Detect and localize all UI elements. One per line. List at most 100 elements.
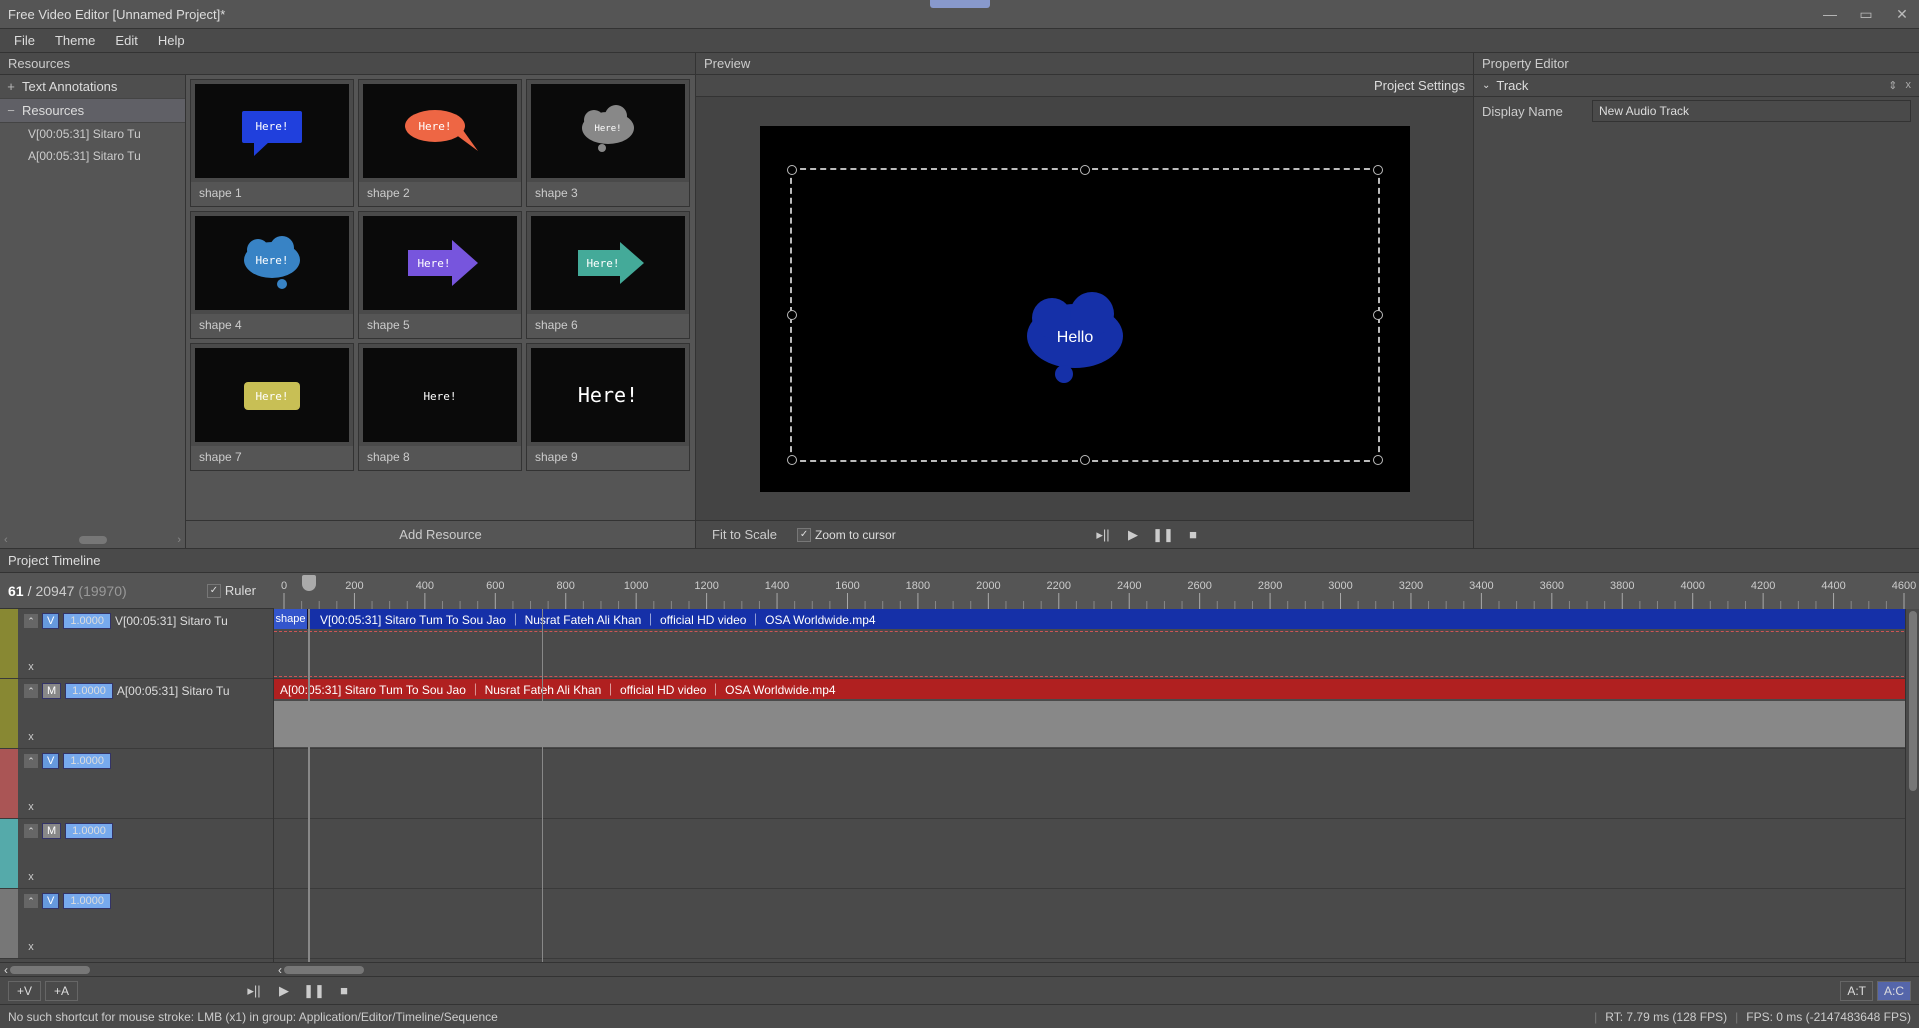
tree-child-audio[interactable]: A[00:05:31] Sitaro Tu <box>0 145 185 167</box>
tl-play-icon[interactable]: ▶ <box>272 981 296 1001</box>
main-panels: Resources + Text Annotations − Resources… <box>0 52 1919 548</box>
playhead-line[interactable] <box>308 609 310 962</box>
add-resource-button[interactable]: Add Resource <box>186 520 695 548</box>
track-opacity[interactable]: 1.0000 <box>63 753 111 769</box>
add-video-track-button[interactable]: +V <box>8 981 41 1001</box>
preview-panel: Preview Project Settings <box>696 53 1474 548</box>
shape-card-8[interactable]: Here! shape 8 <box>358 343 522 471</box>
timeline-ruler[interactable]: 0200400600800100012001400160018002000220… <box>274 573 1919 609</box>
handle-tc[interactable] <box>1080 165 1090 175</box>
preview-header: Preview <box>696 53 1473 75</box>
timeline-hscroll[interactable]: ‹ <box>274 962 1919 976</box>
handle-tl[interactable] <box>787 165 797 175</box>
close-icon[interactable]: ✕ <box>1893 5 1911 23</box>
track-delete-icon[interactable]: x <box>24 870 38 884</box>
track-collapse-icon[interactable]: ⌃ <box>24 754 38 768</box>
add-audio-track-button[interactable]: +A <box>45 981 78 1001</box>
shape-card-1[interactable]: Here! shape 1 <box>190 79 354 207</box>
track-head-4[interactable]: ⌃ V 1.0000 x <box>0 889 273 959</box>
pause-icon[interactable]: ❚❚ <box>1151 525 1175 545</box>
tree-resources-node[interactable]: − Resources <box>0 99 185 123</box>
track-head-hscroll[interactable]: ‹ <box>0 962 274 976</box>
tl-pause-icon[interactable]: ❚❚ <box>302 981 326 1001</box>
track-color-strip <box>0 679 18 748</box>
menu-edit[interactable]: Edit <box>105 30 147 51</box>
titlebar-grip[interactable] <box>930 0 990 8</box>
tree-child-video[interactable]: V[00:05:31] Sitaro Tu <box>0 123 185 145</box>
ruler-checkbox[interactable]: ✓ <box>207 584 221 598</box>
tree-text-annotations[interactable]: + Text Annotations <box>0 75 185 99</box>
handle-ml[interactable] <box>787 310 797 320</box>
track-head-2[interactable]: ⌃ V 1.0000 x <box>0 749 273 819</box>
clip-row-2[interactable] <box>274 749 1919 819</box>
minimize-icon[interactable]: — <box>1821 5 1839 23</box>
track-name: A[00:05:31] Sitaro Tu <box>117 684 230 698</box>
shape-card-4[interactable]: Here! shape 4 <box>190 211 354 339</box>
menu-theme[interactable]: Theme <box>45 30 105 51</box>
display-name-input[interactable] <box>1592 100 1911 122</box>
project-settings-link[interactable]: Project Settings <box>1374 78 1465 93</box>
step-back-icon[interactable]: ▸|| <box>1091 525 1115 545</box>
playhead-handle[interactable] <box>302 575 316 591</box>
track-head-1[interactable]: ⌃ M 1.0000 A[00:05:31] Sitaro Tu x <box>0 679 273 749</box>
stage-cloud-shape[interactable]: Hello <box>1010 286 1150 396</box>
mode-at-button[interactable]: A:T <box>1840 981 1873 1001</box>
svg-text:3200: 3200 <box>1399 580 1423 592</box>
audio-clip[interactable]: A[00:05:31] Sitaro Tum To Sou Jao ｜ Nusr… <box>274 679 1919 699</box>
shape-card-2[interactable]: Here! shape 2 <box>358 79 522 207</box>
clip-row-4[interactable] <box>274 889 1919 959</box>
shape-clip[interactable]: shape <box>274 609 308 629</box>
track-type-badge: M <box>42 683 61 699</box>
close-section-icon[interactable]: x <box>1906 79 1912 92</box>
timeline-vscroll[interactable] <box>1905 609 1919 962</box>
handle-bl[interactable] <box>787 455 797 465</box>
shape-card-7[interactable]: Here! shape 7 <box>190 343 354 471</box>
track-collapse-icon[interactable]: ⌃ <box>24 684 38 698</box>
fit-to-scale-button[interactable]: Fit to Scale <box>704 525 785 544</box>
preview-stage[interactable]: Hello <box>760 126 1410 492</box>
track-head-0[interactable]: ⌃ V 1.0000 V[00:05:31] Sitaro Tu x <box>0 609 273 679</box>
preview-canvas[interactable]: Hello <box>696 97 1473 520</box>
status-message: No such shortcut for mouse stroke: LMB (… <box>8 1010 498 1024</box>
track-head-3[interactable]: ⌃ M 1.0000 x <box>0 819 273 889</box>
track-delete-icon[interactable]: x <box>24 800 38 814</box>
maximize-icon[interactable]: ▭ <box>1857 5 1875 23</box>
menu-file[interactable]: File <box>4 30 45 51</box>
track-opacity[interactable]: 1.0000 <box>63 613 111 629</box>
handle-mr[interactable] <box>1373 310 1383 320</box>
clip-row-0[interactable]: shape V[00:05:31] Sitaro Tum To Sou Jao … <box>274 609 1919 679</box>
shape-grid: Here! shape 1 Here! shape 2 Here! shape … <box>186 75 695 548</box>
play-icon[interactable]: ▶ <box>1121 525 1145 545</box>
shape-card-3[interactable]: Here! shape 3 <box>526 79 690 207</box>
menu-help[interactable]: Help <box>148 30 195 51</box>
svg-text:Here!: Here! <box>578 383 638 407</box>
track-delete-icon[interactable]: x <box>24 940 38 954</box>
track-collapse-icon[interactable]: ⌃ <box>24 894 38 908</box>
clip-row-3[interactable] <box>274 819 1919 889</box>
shape-card-6[interactable]: Here! shape 6 <box>526 211 690 339</box>
shape-card-5[interactable]: Here! shape 5 <box>358 211 522 339</box>
timeline-header: Project Timeline <box>0 549 1919 573</box>
handle-bc[interactable] <box>1080 455 1090 465</box>
tl-step-back-icon[interactable]: ▸|| <box>242 981 266 1001</box>
zoom-cursor-checkbox[interactable]: ✓ <box>797 528 811 542</box>
track-collapse-icon[interactable]: ⌃ <box>24 614 38 628</box>
shape-card-9[interactable]: Here! shape 9 <box>526 343 690 471</box>
track-collapse-icon[interactable]: ⌃ <box>24 824 38 838</box>
handle-br[interactable] <box>1373 455 1383 465</box>
svg-text:0: 0 <box>281 580 287 592</box>
handle-tr[interactable] <box>1373 165 1383 175</box>
stop-icon[interactable]: ■ <box>1181 525 1205 545</box>
mode-ac-button[interactable]: A:C <box>1877 981 1911 1001</box>
track-opacity[interactable]: 1.0000 <box>65 823 113 839</box>
tree-scrollbar[interactable]: ‹› <box>0 532 185 548</box>
clip-row-1[interactable]: A[00:05:31] Sitaro Tum To Sou Jao ｜ Nusr… <box>274 679 1919 749</box>
track-opacity[interactable]: 1.0000 <box>65 683 113 699</box>
video-clip[interactable]: shape V[00:05:31] Sitaro Tum To Sou Jao … <box>274 609 1919 629</box>
property-section-track[interactable]: ⌄ Track ⇕ x <box>1474 75 1919 97</box>
tl-stop-icon[interactable]: ■ <box>332 981 356 1001</box>
expand-icon[interactable]: ⇕ <box>1888 79 1897 92</box>
track-opacity[interactable]: 1.0000 <box>63 893 111 909</box>
track-delete-icon[interactable]: x <box>24 730 38 744</box>
track-delete-icon[interactable]: x <box>24 660 38 674</box>
